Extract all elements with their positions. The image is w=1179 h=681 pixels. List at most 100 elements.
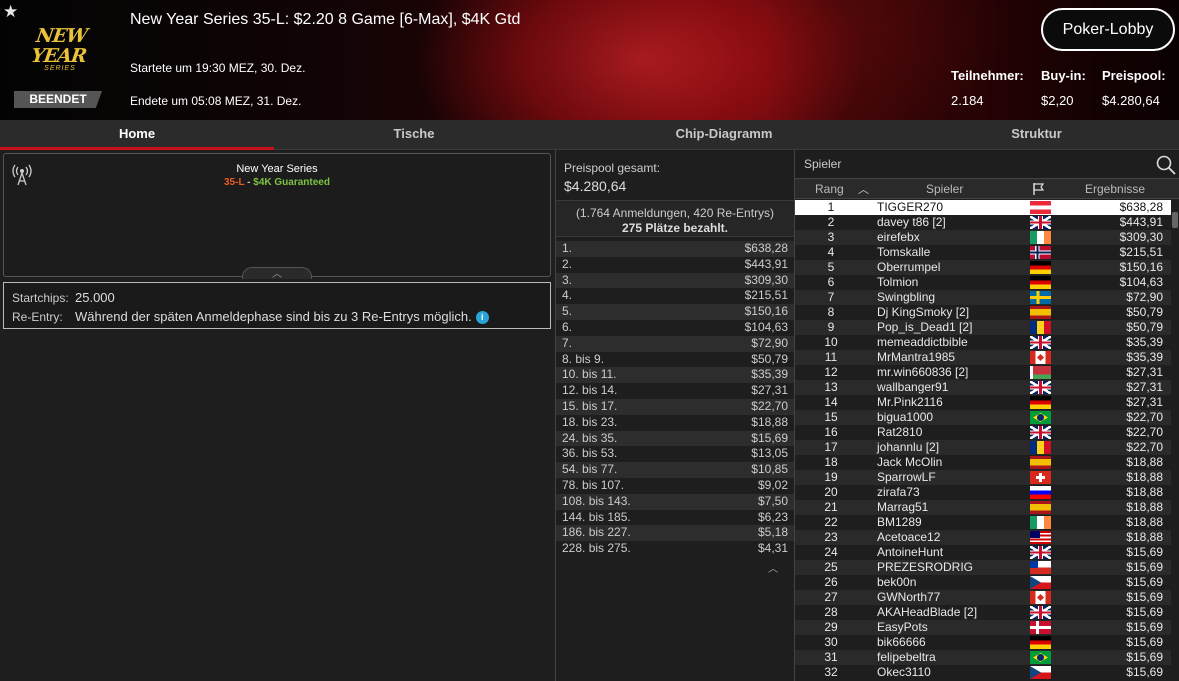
flag-icon[interactable] xyxy=(1032,182,1046,196)
player-rank: 32 xyxy=(824,665,838,679)
tab-bar: Home Tische Chip-Diagramm Struktur xyxy=(0,120,1179,150)
player-rank: 9 xyxy=(827,320,835,334)
player-row[interactable]: 13 wallbanger91 $27,31 xyxy=(795,380,1171,395)
country-flag-icon xyxy=(1030,426,1051,439)
country-flag-icon xyxy=(1030,471,1051,484)
player-row[interactable]: 9 Pop_is_Dead1 [2] $50,79 xyxy=(795,320,1171,335)
search-icon[interactable] xyxy=(1155,154,1177,176)
player-row[interactable]: 15 bigua1000 $22,70 xyxy=(795,410,1171,425)
player-row[interactable]: 22 BM1289 $18,88 xyxy=(795,515,1171,530)
player-row[interactable]: 32 Okec3110 $15,69 xyxy=(795,665,1171,680)
col-result[interactable]: Ergebnisse xyxy=(1085,182,1145,196)
prize-amount: $4,31 xyxy=(757,541,788,556)
player-rank: 25 xyxy=(824,560,838,574)
search-input[interactable]: Spieler xyxy=(804,157,841,171)
player-row[interactable]: 7 Swingbling $72,90 xyxy=(795,290,1171,305)
tab-structure[interactable]: Struktur xyxy=(894,120,1179,150)
chevron-up-icon[interactable]: ︿ xyxy=(768,560,778,575)
player-row[interactable]: 16 Rat2810 $22,70 xyxy=(795,425,1171,440)
player-row[interactable]: 12 mr.win660836 [2] $27,31 xyxy=(795,365,1171,380)
country-flag-icon xyxy=(1030,381,1051,394)
player-rank: 7 xyxy=(827,290,835,304)
prize-place: 54. bis 77. xyxy=(562,462,618,477)
player-result: $15,69 xyxy=(1126,650,1163,664)
player-row[interactable]: 17 johannlu [2] $22,70 xyxy=(795,440,1171,455)
player-name: bigua1000 xyxy=(877,410,934,424)
player-result: $15,69 xyxy=(1126,605,1163,619)
prize-amount: $5,18 xyxy=(757,525,788,540)
player-row[interactable]: 2 davey t86 [2] $443,91 xyxy=(795,215,1171,230)
player-row[interactable]: 29 EasyPots $15,69 xyxy=(795,620,1171,635)
home-panel: New Year Series 35-L - $4K Guaranteed ︿ … xyxy=(0,150,555,681)
player-rank: 16 xyxy=(824,425,838,439)
player-row[interactable]: 14 Mr.Pink2116 $27,31 xyxy=(795,395,1171,410)
favorite-star-icon[interactable]: ★ xyxy=(3,2,18,22)
country-flag-icon xyxy=(1030,216,1051,229)
tab-home[interactable]: Home xyxy=(0,120,274,150)
player-row[interactable]: 8 Dj KingSmoky [2] $50,79 xyxy=(795,305,1171,320)
player-row[interactable]: 18 Jack McOlin $18,88 xyxy=(795,455,1171,470)
player-row[interactable]: 27 GWNorth77 $15,69 xyxy=(795,590,1171,605)
player-row[interactable]: 10 memeaddictbible $35,39 xyxy=(795,335,1171,350)
player-rank: 4 xyxy=(827,245,835,259)
player-row[interactable]: 5 Oberrumpel $150,16 xyxy=(795,260,1171,275)
prize-place: 15. bis 17. xyxy=(562,398,618,413)
player-rank: 27 xyxy=(824,590,838,604)
collapse-info-button[interactable]: ︿ xyxy=(242,267,312,280)
player-name: Tomskalle xyxy=(877,245,931,259)
player-row[interactable]: 28 AKAHeadBlade [2] $15,69 xyxy=(795,605,1171,620)
prize-row: 108. bis 143. $7,50 xyxy=(556,493,794,510)
player-row[interactable]: 24 AntoineHunt $15,69 xyxy=(795,545,1171,560)
player-row[interactable]: 26 bek00n $15,69 xyxy=(795,575,1171,590)
prize-amount: $35,39 xyxy=(751,367,788,382)
tab-tables[interactable]: Tische xyxy=(274,120,554,150)
player-row[interactable]: 30 bik66666 $15,69 xyxy=(795,635,1171,650)
player-row[interactable]: 20 zirafa73 $18,88 xyxy=(795,485,1171,500)
sort-ascending-icon[interactable]: ︿ xyxy=(858,181,869,197)
col-rank[interactable]: Rang xyxy=(815,182,844,196)
prize-row: 6. $104,63 xyxy=(556,319,794,336)
player-row[interactable]: 31 felipebeltra $15,69 xyxy=(795,650,1171,665)
player-result: $18,88 xyxy=(1126,485,1163,499)
prize-amount: $6,23 xyxy=(757,509,788,524)
player-row[interactable]: 23 Acetoace12 $18,88 xyxy=(795,530,1171,545)
player-search[interactable]: Spieler xyxy=(795,150,1179,179)
prize-row: 4. $215,51 xyxy=(556,288,794,305)
player-row[interactable]: 21 Marrag51 $18,88 xyxy=(795,500,1171,515)
player-name: Okec3110 xyxy=(877,665,931,679)
country-flag-icon xyxy=(1030,366,1051,379)
player-row[interactable]: 3 eirefebx $309,30 xyxy=(795,230,1171,245)
buyin-label: Buy-in: xyxy=(1041,68,1086,83)
player-rank: 11 xyxy=(824,350,838,364)
entries-summary: (1.764 Anmeldungen, 420 Re-Entrys) 275 P… xyxy=(556,200,794,237)
prize-place: 108. bis 143. xyxy=(562,493,631,508)
player-name: Pop_is_Dead1 [2] xyxy=(877,320,973,334)
info-icon[interactable]: i xyxy=(475,311,489,325)
player-row[interactable]: 19 SparrowLF $18,88 xyxy=(795,470,1171,485)
player-rank: 31 xyxy=(824,650,838,664)
players-scrollbar[interactable] xyxy=(1171,200,1179,681)
player-rank: 12 xyxy=(824,365,838,379)
scrollbar-thumb[interactable] xyxy=(1172,212,1178,228)
player-result: $18,88 xyxy=(1126,530,1163,544)
event-subtitle: 35-L - $4K Guaranteed xyxy=(4,177,550,188)
player-row[interactable]: 4 Tomskalle $215,51 xyxy=(795,245,1171,260)
player-row[interactable]: 25 PREZESRODRIG $15,69 xyxy=(795,560,1171,575)
player-name: davey t86 [2] xyxy=(877,215,946,229)
player-row[interactable]: 11 MrMantra1985 $35,39 xyxy=(795,350,1171,365)
tournament-window: { "header": { "series_logo_line1": "NEW … xyxy=(0,0,1179,681)
col-player[interactable]: Spieler xyxy=(926,182,963,196)
player-row[interactable]: 6 Tolmion $104,63 xyxy=(795,275,1171,290)
country-flag-icon xyxy=(1030,291,1051,304)
player-name: Rat2810 xyxy=(877,425,923,439)
player-name: mr.win660836 [2] xyxy=(877,365,969,379)
prize-row: 3. $309,30 xyxy=(556,272,794,289)
poker-lobby-button[interactable]: Poker-Lobby xyxy=(1041,8,1175,51)
reentry-value: Während der späten Anmeldephase sind bis… xyxy=(75,309,472,324)
start-time: Startete um 19:30 MEZ, 30. Dez. xyxy=(130,61,306,75)
player-row[interactable]: 1 TIGGER270 $638,28 xyxy=(795,200,1171,215)
player-rank: 1 xyxy=(827,200,835,214)
prize-place: 8. bis 9. xyxy=(562,351,605,366)
country-flag-icon xyxy=(1030,531,1051,544)
tab-chip-chart[interactable]: Chip-Diagramm xyxy=(554,120,894,150)
